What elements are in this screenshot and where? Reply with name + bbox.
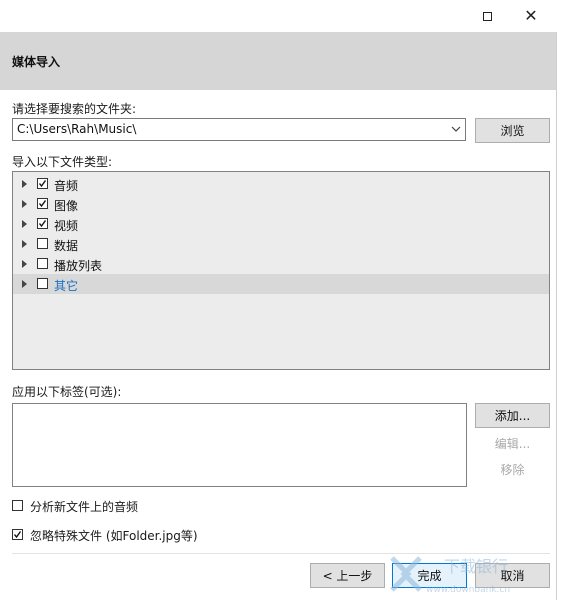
tree-item-label: 音频 bbox=[54, 179, 79, 193]
checkbox-data[interactable] bbox=[37, 238, 48, 249]
dialog-header bbox=[0, 32, 557, 90]
ignore-special-files-label[interactable]: 忽略特殊文件 (如Folder.jpg等) bbox=[30, 527, 198, 544]
chevron-down-icon[interactable] bbox=[451, 124, 461, 134]
site-watermark: 下载银行 www.downbank.cn bbox=[386, 550, 556, 598]
maximize-button[interactable] bbox=[464, 0, 510, 32]
dialog-title: 媒体导入 bbox=[12, 55, 61, 69]
browse-button[interactable]: 浏览 bbox=[475, 118, 550, 143]
checkbox-image[interactable] bbox=[37, 198, 48, 209]
folder-label: 请选择要搜索的文件夹: bbox=[12, 102, 137, 116]
back-button[interactable]: < 上一步 bbox=[310, 563, 385, 588]
checkbox-video[interactable] bbox=[37, 218, 48, 229]
file-types-tree[interactable]: 音频 图像 视频 数据 播放列表 其它 bbox=[12, 171, 550, 370]
expand-arrow-icon[interactable] bbox=[22, 260, 27, 268]
tree-item-video[interactable]: 视频 bbox=[13, 214, 549, 234]
remove-tag-button[interactable]: 移除 bbox=[475, 457, 550, 482]
checkmark-icon bbox=[38, 220, 47, 228]
tree-item-label: 数据 bbox=[54, 239, 79, 253]
folder-combobox[interactable]: C:\Users\Rah\Music\ bbox=[12, 118, 466, 141]
folder-path[interactable]: C:\Users\Rah\Music\ bbox=[17, 122, 136, 136]
expand-arrow-icon[interactable] bbox=[22, 200, 27, 208]
expand-arrow-icon[interactable] bbox=[22, 180, 27, 188]
close-button[interactable]: ✕ bbox=[508, 0, 554, 32]
add-tag-button[interactable]: 添加... bbox=[475, 403, 550, 428]
tree-item-data[interactable]: 数据 bbox=[13, 234, 549, 254]
maximize-icon bbox=[482, 11, 492, 21]
svg-text:下载银行: 下载银行 bbox=[444, 557, 508, 576]
checkbox-other[interactable] bbox=[37, 278, 48, 289]
close-icon: ✕ bbox=[524, 6, 538, 25]
expand-arrow-icon[interactable] bbox=[22, 240, 27, 248]
tree-item-label: 播放列表 bbox=[54, 259, 103, 273]
svg-text:www.downbank.cn: www.downbank.cn bbox=[426, 585, 510, 595]
ignore-special-files-checkbox[interactable] bbox=[12, 529, 23, 540]
checkmark-icon bbox=[13, 531, 22, 539]
expand-arrow-icon[interactable] bbox=[22, 280, 27, 288]
tags-label: 应用以下标签(可选): bbox=[12, 385, 122, 399]
tree-item-label: 图像 bbox=[54, 199, 79, 213]
checkmark-icon bbox=[38, 180, 47, 188]
file-types-label: 导入以下文件类型: bbox=[12, 155, 113, 169]
tree-item-label: 视频 bbox=[54, 219, 79, 233]
watermark-logo-icon: 下载银行 www.downbank.cn bbox=[390, 556, 510, 595]
window-edge bbox=[556, 32, 557, 600]
checkbox-playlist[interactable] bbox=[37, 258, 48, 269]
analyze-audio-label[interactable]: 分析新文件上的音频 bbox=[30, 498, 138, 515]
tree-item-label: 其它 bbox=[54, 279, 79, 293]
checkmark-icon bbox=[38, 200, 47, 208]
checkbox-audio[interactable] bbox=[37, 178, 48, 189]
expand-arrow-icon[interactable] bbox=[22, 220, 27, 228]
tags-list[interactable] bbox=[12, 403, 467, 487]
tree-item-other[interactable]: 其它 bbox=[13, 274, 549, 294]
analyze-audio-checkbox[interactable] bbox=[12, 500, 23, 511]
tree-item-playlist[interactable]: 播放列表 bbox=[13, 254, 549, 274]
edit-tag-button[interactable]: 编辑... bbox=[475, 431, 550, 456]
tree-item-image[interactable]: 图像 bbox=[13, 194, 549, 214]
tree-item-audio[interactable]: 音频 bbox=[13, 174, 549, 194]
